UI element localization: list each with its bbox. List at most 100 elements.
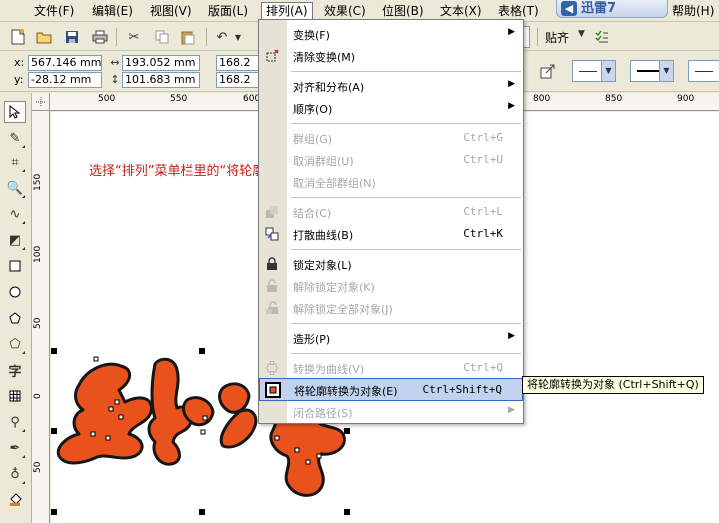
menu-item-group[interactable]: 群组(G) Ctrl+G <box>259 127 523 149</box>
menu-item-label: 顺序(O) <box>293 103 333 116</box>
fill-tool-icon[interactable] <box>4 489 26 511</box>
menu-item-label: 结合(C) <box>293 207 332 220</box>
rectangle-tool-icon[interactable] <box>4 255 26 277</box>
scale-y-field[interactable]: 168.2 <box>216 72 260 88</box>
menu-tooltip: 将轮廓转换为对象 (Ctrl+Shift+Q) <box>522 376 704 394</box>
copy-icon[interactable] <box>152 27 172 47</box>
smart-fill-tool-icon[interactable]: ◩ <box>4 229 26 251</box>
table-tool-icon[interactable] <box>4 385 26 407</box>
menu-view[interactable]: 视图(V) <box>146 3 196 20</box>
paste-icon[interactable] <box>178 27 198 47</box>
vertical-ruler[interactable]: 150 100 50 0 50 <box>32 111 50 523</box>
crop-tool-icon[interactable]: ⌗ <box>4 151 26 173</box>
menu-item-lock-object[interactable]: 锁定对象(L) <box>259 253 523 275</box>
line-style-start-dropdown[interactable]: ▼ <box>572 60 616 82</box>
ruler-label: 50 <box>33 317 43 329</box>
line-style-end-dropdown[interactable] <box>688 60 719 82</box>
menu-item-shaping[interactable]: 造形(P) ▶ <box>259 327 523 349</box>
menu-file[interactable]: 文件(F) <box>30 3 78 20</box>
submenu-arrow-icon: ▶ <box>508 27 515 37</box>
menu-item-label: 解除锁定对象(K) <box>293 281 375 294</box>
undo-icon[interactable]: ↶ <box>212 27 232 47</box>
menu-item-label: 闭合路径(S) <box>293 407 353 420</box>
menu-item-transform[interactable]: 变换(F) ▶ <box>259 23 523 45</box>
menu-item-close-path[interactable]: 闭合路径(S) ▶ <box>259 401 523 423</box>
basic-shapes-tool-icon[interactable]: ⬠ <box>4 333 26 355</box>
ellipse-tool-icon[interactable] <box>4 281 26 303</box>
menu-item-label: 变换(F) <box>293 29 330 42</box>
menu-item-unlock-object[interactable]: 解除锁定对象(K) <box>259 275 523 297</box>
menu-item-label: 解除锁定全部对象(J) <box>293 303 393 316</box>
menu-help[interactable]: 帮助(H) <box>668 3 718 20</box>
options-icon[interactable] <box>592 27 612 47</box>
text-tool-icon[interactable]: 字 <box>4 359 26 381</box>
pick-tool-icon[interactable] <box>4 101 26 123</box>
toolbar-separator <box>537 28 538 46</box>
unlock-all-icon <box>264 300 280 316</box>
menu-item-unlock-all[interactable]: 解除锁定全部对象(J) <box>259 297 523 319</box>
menu-separator <box>291 123 521 124</box>
ruler-label: 150 <box>33 173 43 191</box>
menu-item-outline-to-object[interactable]: 将轮廓转换为对象(E) Ctrl+Shift+Q <box>259 378 523 401</box>
ruler-label: 850 <box>605 94 623 104</box>
x-position-field[interactable]: 567.146 mm <box>28 55 102 71</box>
polygon-tool-icon[interactable] <box>4 307 26 329</box>
line-end-preview <box>695 71 713 72</box>
menu-item-break-apart[interactable]: 打散曲线(B) Ctrl+K <box>259 223 523 245</box>
interactive-tool-icon[interactable]: ⚲ <box>4 411 26 433</box>
menu-item-shortcut: Ctrl+U <box>463 153 503 166</box>
to-front-icon[interactable] <box>538 61 558 81</box>
scale-x-field[interactable]: 168.2 <box>216 55 260 71</box>
snap-to-button[interactable]: 贴齐 <box>545 29 569 46</box>
open-folder-icon[interactable] <box>34 27 54 47</box>
shape-tool-icon[interactable]: ✎ <box>4 127 26 149</box>
menu-table[interactable]: 表格(T) <box>494 3 543 20</box>
menu-item-order[interactable]: 顺序(O) ▶ <box>259 97 523 119</box>
eyedropper-tool-icon[interactable]: ✒ <box>4 437 26 459</box>
save-icon[interactable] <box>62 27 82 47</box>
menu-item-clear-transform[interactable]: 清除变换(M) <box>259 45 523 67</box>
outline-tool-icon[interactable]: ♁ <box>4 463 26 485</box>
ruler-label: 900 <box>677 94 695 104</box>
menu-item-label: 取消全部群组(N) <box>293 177 376 190</box>
menu-separator <box>291 323 521 324</box>
y-position-field[interactable]: -28.12 mm <box>28 72 102 88</box>
menu-item-combine[interactable]: 结合(C) Ctrl+L <box>259 201 523 223</box>
menu-effects[interactable]: 效果(C) <box>320 3 370 20</box>
menu-item-ungroup[interactable]: 取消群组(U) Ctrl+U <box>259 149 523 171</box>
cut-icon[interactable]: ✂ <box>124 27 144 47</box>
freehand-tool-icon[interactable]: ∿ <box>4 203 26 225</box>
unlock-icon <box>264 278 280 294</box>
menu-item-shortcut: Ctrl+G <box>463 131 503 144</box>
submenu-arrow-icon: ▶ <box>508 101 515 111</box>
chevron-down-icon[interactable]: ▼ <box>578 29 585 39</box>
thunder-badge[interactable]: ◀ 迅雷7 <box>556 0 668 18</box>
ruler-label: 500 <box>98 94 116 104</box>
width-field[interactable]: 193.052 mm <box>122 55 200 71</box>
width-icon: ↔ <box>110 56 120 69</box>
zoom-tool-icon[interactable]: 🔍 <box>4 177 26 199</box>
menu-layout[interactable]: 版面(L) <box>204 3 252 20</box>
new-document-icon[interactable] <box>8 27 28 47</box>
menu-bitmap[interactable]: 位图(B) <box>378 3 428 20</box>
line-start-preview <box>579 71 597 72</box>
line-style-dropdown[interactable]: ▼ <box>630 60 674 82</box>
menu-item-label: 清除变换(M) <box>293 51 356 64</box>
clear-transform-icon <box>264 48 280 64</box>
break-apart-icon <box>264 226 280 242</box>
menu-item-align-distribute[interactable]: 对齐和分布(A) ▶ <box>259 75 523 97</box>
menu-item-ungroup-all[interactable]: 取消全部群组(N) <box>259 171 523 193</box>
menu-edit[interactable]: 编辑(E) <box>88 3 137 20</box>
menu-item-convert-to-curves[interactable]: 转换为曲线(V) Ctrl+Q <box>259 357 523 379</box>
height-field[interactable]: 101.683 mm <box>122 72 200 88</box>
back-arrow-icon: ◀ <box>561 1 577 16</box>
convert-curves-icon <box>264 360 280 376</box>
ruler-origin[interactable] <box>32 93 50 111</box>
arrange-menu: 变换(F) ▶ 清除变换(M) 对齐和分布(A) ▶ 顺序(O) ▶ 群组(G)… <box>258 19 524 424</box>
undo-dropdown-icon[interactable]: ▼ <box>232 27 244 47</box>
ruler-label: 800 <box>533 94 551 104</box>
print-icon[interactable] <box>90 27 110 47</box>
menu-text[interactable]: 文本(X) <box>436 3 486 20</box>
ruler-label: 100 <box>33 245 43 263</box>
menu-item-label: 锁定对象(L) <box>293 259 352 272</box>
